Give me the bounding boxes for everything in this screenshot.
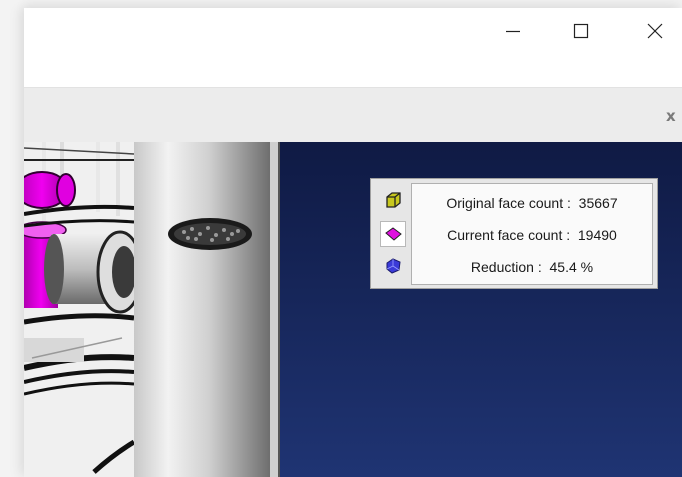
- box-icon: [386, 192, 401, 208]
- original-face-count-label: Original face count :: [446, 195, 571, 211]
- vertical-pipe: [134, 142, 270, 477]
- maximize-button[interactable]: [558, 8, 604, 54]
- face-icon-button[interactable]: [380, 221, 406, 247]
- reduction-label: Reduction :: [470, 259, 542, 275]
- solid-icon-button[interactable]: [380, 253, 406, 279]
- face-icon: [385, 227, 402, 241]
- 3d-viewport[interactable]: Original face count : 35667 Current face…: [24, 142, 682, 477]
- face-count-panel: Original face count : 35667 Current face…: [370, 178, 658, 289]
- original-face-count-row: Original face count : 35667: [412, 187, 652, 219]
- minimize-icon: [506, 30, 520, 33]
- toolbar: x: [24, 87, 682, 143]
- face-count-box: Original face count : 35667 Current face…: [411, 183, 653, 285]
- close-icon: [647, 23, 663, 39]
- minimize-button[interactable]: [490, 8, 536, 54]
- current-face-count-label: Current face count :: [447, 227, 571, 243]
- application-window: x Original face count: 35667 Current fa…: [24, 8, 682, 477]
- toolbar-close-button[interactable]: x: [666, 106, 682, 126]
- current-face-count-value: 19490: [577, 227, 617, 243]
- title-bar: [24, 8, 682, 87]
- reduction-value: 45.4 %: [549, 259, 594, 275]
- reduction-row: Reduction : 45.4 %: [412, 251, 652, 283]
- info-icon-column: [376, 185, 410, 285]
- original-face-count-value: 35667: [578, 195, 618, 211]
- close-button[interactable]: [632, 8, 678, 54]
- box-icon-button[interactable]: [380, 187, 406, 213]
- solid-icon: [386, 258, 401, 274]
- current-face-count-row: Current face count : 19490: [412, 219, 652, 251]
- maximize-icon: [573, 23, 589, 39]
